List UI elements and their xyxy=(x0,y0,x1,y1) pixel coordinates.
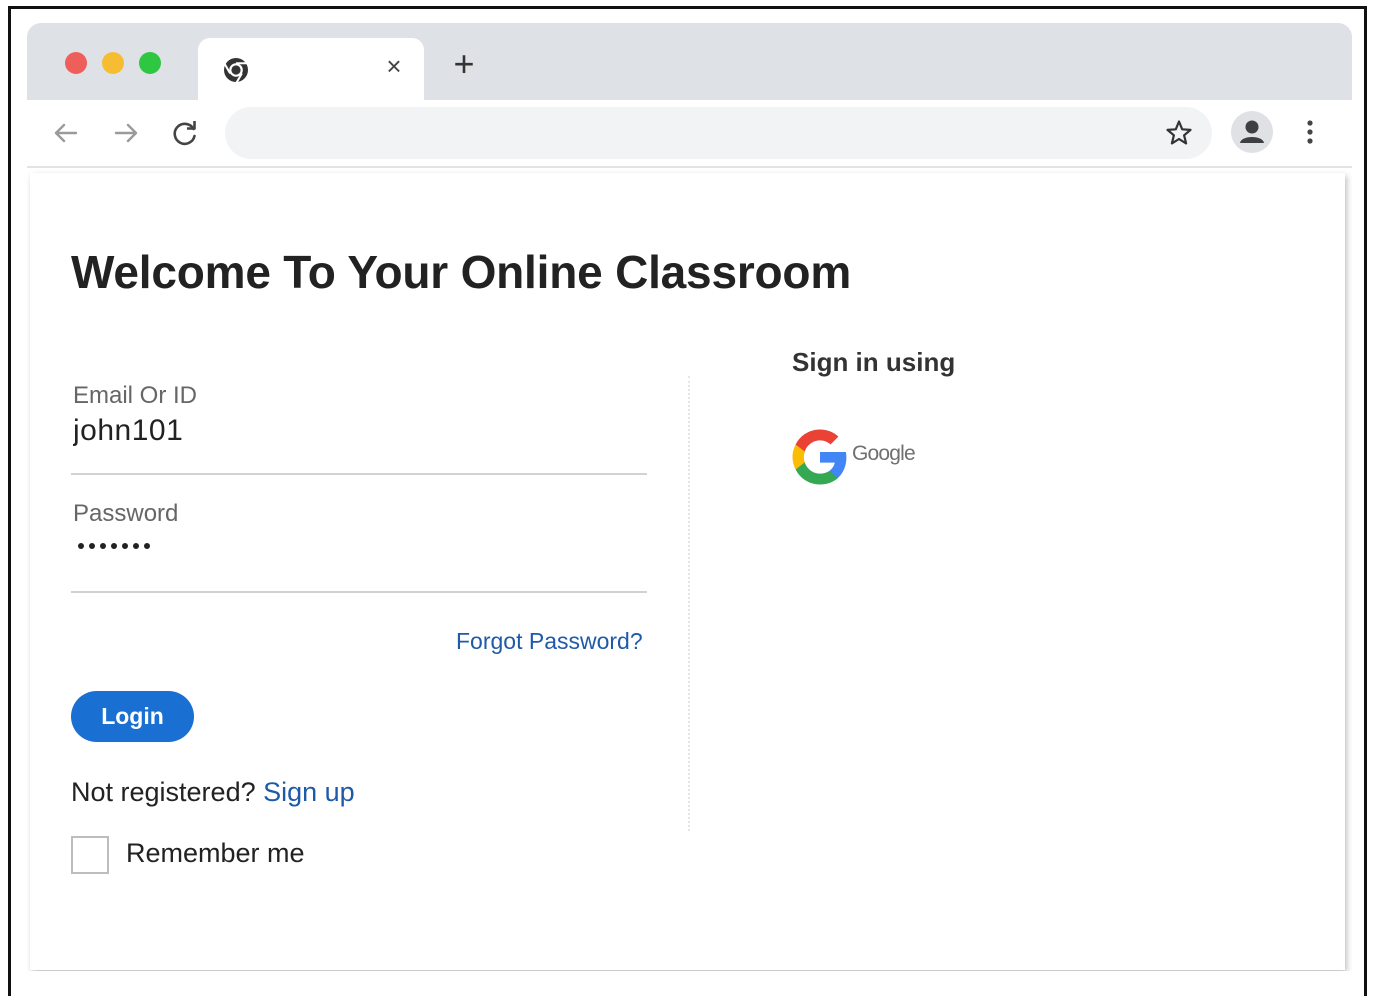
email-field[interactable] xyxy=(73,411,633,451)
browser-window: × + Welcome To Your Online Classroom Ema… xyxy=(27,23,1352,971)
google-label: Google xyxy=(852,442,916,465)
browser-tab[interactable]: × xyxy=(198,38,424,100)
remember-me-checkbox[interactable] xyxy=(71,836,109,874)
close-window-button[interactable] xyxy=(65,52,87,74)
column-divider xyxy=(688,376,690,831)
not-registered-text: Not registered? xyxy=(71,777,256,807)
star-icon[interactable] xyxy=(1164,118,1194,148)
back-arrow-icon[interactable] xyxy=(51,118,81,148)
password-underline xyxy=(71,591,647,593)
kebab-menu-icon[interactable] xyxy=(1303,115,1317,149)
page-content: Welcome To Your Online Classroom Email O… xyxy=(30,173,1345,970)
password-label: Password xyxy=(73,500,179,527)
google-g-icon xyxy=(792,429,847,485)
login-button[interactable]: Login xyxy=(71,691,194,742)
maximize-window-button[interactable] xyxy=(139,52,161,74)
email-underline xyxy=(71,473,647,475)
sign-in-using-heading: Sign in using xyxy=(792,347,956,377)
minimize-window-button[interactable] xyxy=(102,52,124,74)
email-label: Email Or ID xyxy=(73,382,198,409)
tab-strip: × + xyxy=(27,23,1352,100)
register-prompt: Not registered? Sign up xyxy=(71,777,355,808)
browser-toolbar xyxy=(27,100,1352,168)
new-tab-button[interactable]: + xyxy=(447,46,481,82)
profile-button[interactable] xyxy=(1231,111,1273,153)
page-title: Welcome To Your Online Classroom xyxy=(71,246,852,298)
chrome-icon xyxy=(223,58,248,84)
forgot-password-link[interactable]: Forgot Password? xyxy=(456,628,643,655)
address-bar[interactable] xyxy=(225,107,1212,159)
sign-up-link[interactable]: Sign up xyxy=(263,777,355,807)
password-field[interactable] xyxy=(76,540,156,552)
profile-icon xyxy=(1240,120,1264,143)
reload-icon[interactable] xyxy=(170,118,200,148)
forward-arrow-icon[interactable] xyxy=(111,118,141,148)
close-tab-icon[interactable]: × xyxy=(380,51,408,81)
google-signin-button[interactable]: Google xyxy=(788,425,928,489)
remember-me-label[interactable]: Remember me xyxy=(126,838,305,869)
